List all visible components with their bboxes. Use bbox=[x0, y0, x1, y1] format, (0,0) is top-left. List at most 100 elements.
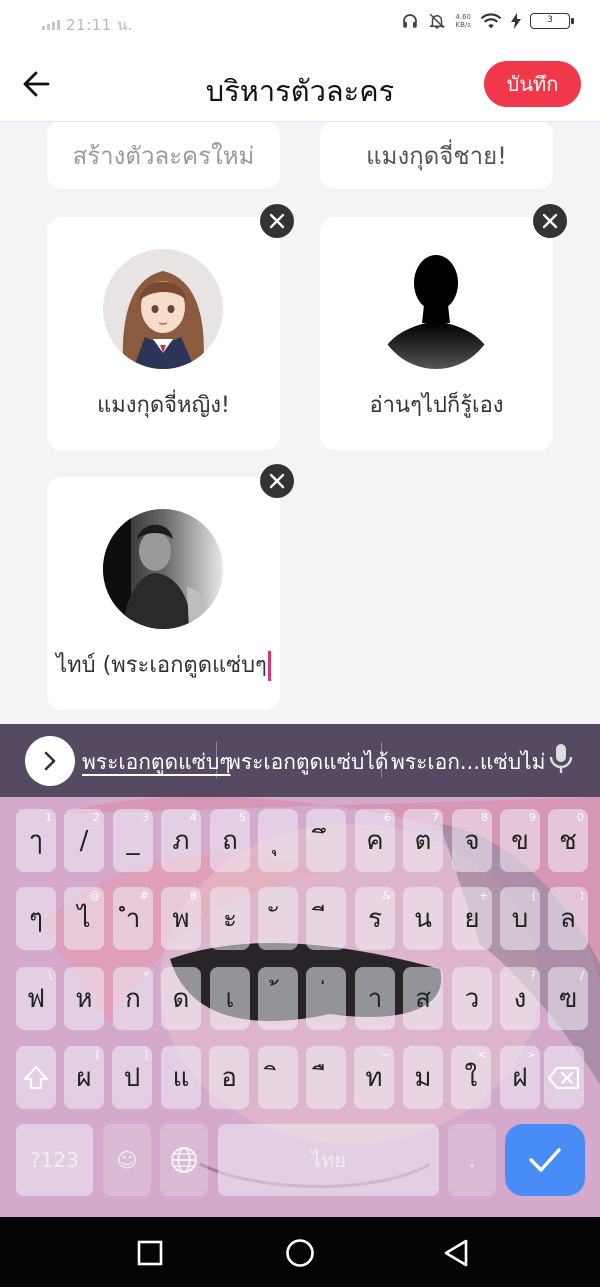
language-key[interactable] bbox=[160, 1124, 208, 1196]
remove-character-button[interactable] bbox=[260, 204, 294, 238]
key-glyph: อ bbox=[221, 1063, 237, 1093]
key[interactable]: ั bbox=[258, 887, 298, 950]
text-caret bbox=[267, 651, 271, 681]
key[interactable]: แ bbox=[161, 1046, 201, 1109]
emoji-key[interactable]: ☺ bbox=[103, 1124, 151, 1196]
symbols-key[interactable]: ?123 bbox=[16, 1124, 93, 1196]
key[interactable]: ฟ \ bbox=[16, 967, 56, 1030]
key[interactable]: ว bbox=[452, 967, 492, 1030]
period-key[interactable]: . bbox=[448, 1124, 496, 1196]
character-card[interactable]: อ่านๆไปก็รู้เอง bbox=[320, 217, 553, 450]
key-glyph: แ bbox=[172, 1063, 190, 1093]
key[interactable]: ไ @ bbox=[64, 887, 104, 950]
recent-apps-button[interactable] bbox=[134, 1237, 166, 1269]
key[interactable]: ฝ > bbox=[500, 1046, 540, 1109]
key[interactable]: ฃ / bbox=[548, 967, 588, 1030]
key-glyph: จ bbox=[464, 826, 480, 856]
key-glyph: ก bbox=[125, 984, 141, 1014]
key[interactable]: บ( bbox=[500, 887, 540, 950]
key[interactable]: ๅ1 bbox=[16, 809, 56, 872]
character-name: อ่านๆไปก็รู้เอง bbox=[369, 393, 504, 418]
key[interactable]: _ 3 bbox=[113, 809, 153, 872]
save-button[interactable]: บันทึก bbox=[484, 61, 581, 107]
key[interactable]: ก * bbox=[113, 967, 153, 1030]
character-name: ไทบ์ (พระเอกตูดแซ่บๆ bbox=[56, 653, 267, 678]
home-button[interactable] bbox=[284, 1237, 316, 1269]
key-hint: & bbox=[382, 889, 391, 902]
key[interactable]: ใ < bbox=[451, 1046, 491, 1109]
microphone-button[interactable] bbox=[548, 742, 574, 780]
key[interactable]: ข9 bbox=[500, 809, 540, 872]
remove-character-button[interactable] bbox=[260, 464, 294, 498]
key[interactable]: ย + bbox=[452, 887, 492, 950]
character-card[interactable]: ไทบ์ (พระเอกตูดแซ่บๆ bbox=[47, 477, 280, 710]
done-button[interactable] bbox=[505, 1124, 585, 1196]
key[interactable]: /2 bbox=[64, 809, 104, 872]
key[interactable]: อ bbox=[209, 1046, 249, 1109]
key-glyph: ฃ bbox=[558, 984, 578, 1014]
key[interactable]: ป] bbox=[112, 1046, 152, 1109]
charging-icon bbox=[511, 13, 521, 29]
key[interactable]: เ bbox=[210, 967, 250, 1030]
key-hint: 2 bbox=[93, 811, 100, 824]
key[interactable]: ๆ bbox=[16, 887, 56, 950]
navigation-bar bbox=[0, 1217, 600, 1287]
key-glyph: ฝ bbox=[512, 1063, 528, 1093]
key[interactable]: ึ bbox=[306, 809, 346, 872]
key[interactable]: ำ # bbox=[113, 887, 153, 950]
backspace-key[interactable] bbox=[544, 1046, 584, 1109]
key-hint: + bbox=[478, 889, 488, 902]
key-hint: ] bbox=[143, 1048, 148, 1061]
space-key[interactable]: ไทย bbox=[218, 1124, 439, 1196]
key[interactable]: ้ bbox=[258, 967, 298, 1030]
key[interactable]: ห bbox=[64, 967, 104, 1030]
suggestion-item[interactable]: พระเอก...แซ่บไม่ bbox=[391, 746, 545, 779]
key[interactable]: ื bbox=[306, 1046, 346, 1109]
key[interactable]: จ8 bbox=[452, 809, 492, 872]
key[interactable]: ุ bbox=[258, 809, 298, 872]
key[interactable]: ะ bbox=[210, 887, 250, 950]
key[interactable]: ด bbox=[161, 967, 201, 1030]
character-card[interactable]: แมงกุดจี่ชาย! bbox=[320, 122, 553, 189]
key[interactable]: ิ bbox=[258, 1046, 298, 1109]
suggestion-item[interactable]: พระเอกตูดแซ่บๆ bbox=[82, 746, 231, 779]
key[interactable]: ่ bbox=[306, 967, 346, 1030]
key[interactable]: ท ~ bbox=[354, 1046, 394, 1109]
status-bar: 21:11 น. 4.60 KB/s 3 bbox=[0, 0, 600, 46]
back-nav-button[interactable] bbox=[440, 1237, 472, 1269]
suggestion-divider bbox=[381, 742, 382, 778]
create-character-card[interactable]: สร้างตัวละครใหม่ bbox=[47, 122, 280, 189]
suggestion-divider bbox=[216, 742, 217, 778]
key[interactable]: ถ5 bbox=[210, 809, 250, 872]
key[interactable]: ง? bbox=[500, 967, 540, 1030]
key[interactable]: ร & bbox=[355, 887, 395, 950]
expand-suggestions-button[interactable] bbox=[25, 736, 75, 786]
key-glyph: ส bbox=[415, 984, 431, 1014]
key[interactable]: พ฿ bbox=[161, 887, 201, 950]
key[interactable]: ล) bbox=[548, 887, 588, 950]
key[interactable]: ผ[ bbox=[64, 1046, 104, 1109]
character-card[interactable]: แมงกุดจี่หญิง! bbox=[47, 217, 280, 450]
key[interactable]: ต7 bbox=[403, 809, 443, 872]
key[interactable]: ี bbox=[306, 887, 346, 950]
suggestion-item[interactable]: พระเอกตูดแซ่บได้ bbox=[227, 746, 389, 779]
key[interactable]: น bbox=[403, 887, 443, 950]
shift-key[interactable] bbox=[16, 1046, 56, 1109]
key[interactable]: ภ4 bbox=[161, 809, 201, 872]
key-glyph: บ bbox=[511, 904, 529, 934]
key-glyph: ๆ bbox=[29, 904, 43, 934]
key[interactable]: า bbox=[355, 967, 395, 1030]
character-name-editing[interactable]: ไทบ์ (พระเอกตูดแซ่บๆ bbox=[47, 647, 280, 682]
key[interactable]: ม bbox=[403, 1046, 443, 1109]
key-glyph: ช bbox=[559, 826, 577, 856]
key[interactable]: ส bbox=[403, 967, 443, 1030]
remove-character-button[interactable] bbox=[533, 204, 567, 238]
key-glyph: ห bbox=[75, 984, 93, 1014]
key-hint: \ bbox=[48, 969, 52, 982]
key-hint: ฿ bbox=[190, 889, 197, 902]
key-glyph: เ bbox=[225, 984, 235, 1014]
create-character-label: สร้างตัวละครใหม่ bbox=[72, 141, 255, 170]
key-hint: 9 bbox=[529, 811, 536, 824]
key[interactable]: ช0 bbox=[548, 809, 588, 872]
key[interactable]: ค6 bbox=[355, 809, 395, 872]
